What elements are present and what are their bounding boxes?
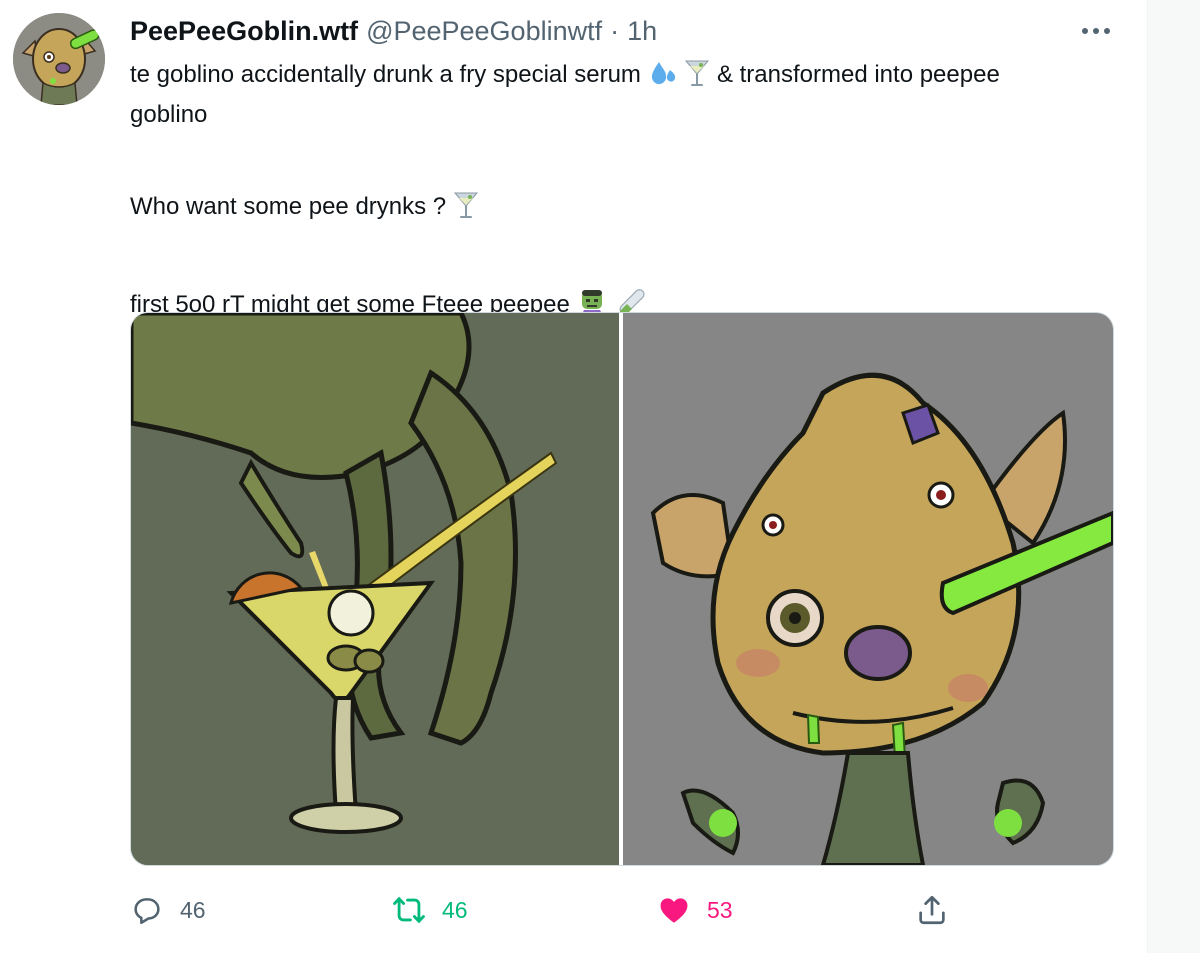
tweet-line-1-text-end: & transformed into peepee xyxy=(716,61,1000,88)
like-count: 53 xyxy=(707,896,733,923)
tweet-time[interactable]: 1h xyxy=(627,16,657,47)
tweet-actions: 46 46 53 xyxy=(130,888,1030,932)
tweet-text: te goblino accidentally drunk a fry spec… xyxy=(130,58,1090,328)
share-button[interactable] xyxy=(915,888,949,932)
tweet: PeePeeGoblin.wtf @PeePeeGoblinwtf · 1h t… xyxy=(0,0,1147,953)
goblin-avatar-icon xyxy=(13,13,105,105)
separator-dot: · xyxy=(610,16,620,46)
cocktail-glass-icon xyxy=(684,58,710,98)
tweet-header: PeePeeGoblin.wtf @PeePeeGoblinwtf · 1h xyxy=(130,16,657,48)
share-icon xyxy=(915,893,949,927)
tweet-line-1-text: te goblino accidentally drunk a fry spec… xyxy=(130,61,641,88)
reply-count: 46 xyxy=(180,896,206,923)
more-options-button[interactable] xyxy=(1078,17,1114,45)
goblin-drinking-serum-illustration[interactable] xyxy=(623,313,1113,865)
retweet-icon xyxy=(392,893,426,927)
sweat-droplets-icon xyxy=(648,60,678,98)
tweet-line-1: te goblino accidentally drunk a fry spec… xyxy=(130,58,1090,98)
heart-icon xyxy=(657,893,691,927)
reply-button[interactable]: 46 xyxy=(130,888,206,932)
retweet-count: 46 xyxy=(442,896,468,923)
tweet-line-2: goblino xyxy=(130,101,208,128)
author-handle[interactable]: @PeePeeGoblinwtf xyxy=(366,16,602,47)
tweet-line-3: Who want some pee drynks ? xyxy=(130,190,1090,230)
like-button[interactable]: 53 xyxy=(657,888,733,932)
more-icon xyxy=(1082,28,1110,34)
author-avatar[interactable] xyxy=(13,13,105,105)
right-rail xyxy=(1147,0,1200,953)
tweet-line-3-text: Who want some pee drynks ? xyxy=(130,193,447,220)
retweet-button[interactable]: 46 xyxy=(392,888,468,932)
tweet-media[interactable] xyxy=(130,312,1114,866)
cocktail-glass-icon xyxy=(453,190,479,230)
author-name[interactable]: PeePeeGoblin.wtf xyxy=(130,16,358,47)
goblin-pouring-cocktail-illustration[interactable] xyxy=(131,313,619,865)
reply-icon xyxy=(130,893,164,927)
